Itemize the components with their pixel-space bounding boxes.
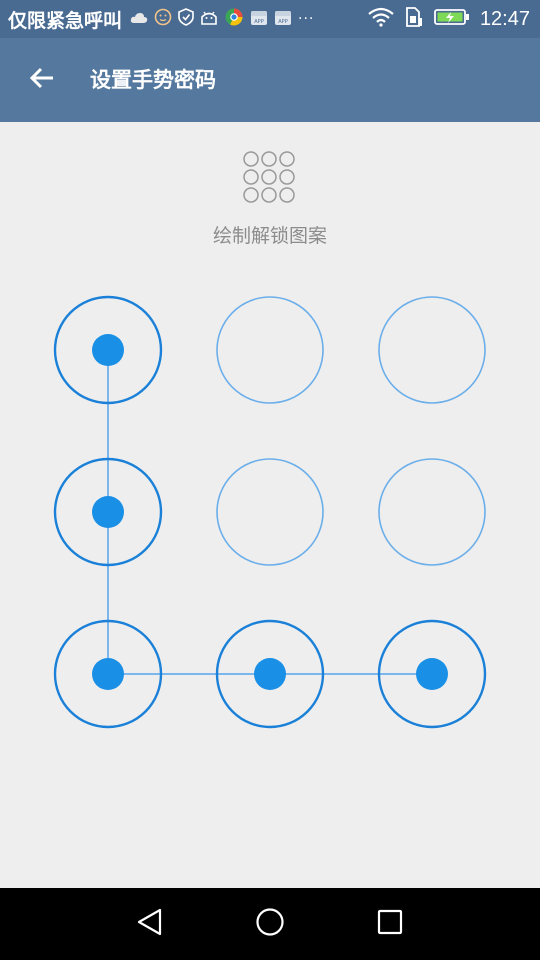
- pattern-grid-icon: [241, 150, 297, 204]
- pattern-node[interactable]: [216, 458, 324, 566]
- shield-icon: [178, 8, 194, 30]
- apk-icon-2: APP: [274, 8, 292, 30]
- page-title: 设置手势密码: [90, 68, 216, 92]
- pattern-node-ring: [378, 296, 486, 404]
- app-bar: 设置手势密码: [0, 38, 540, 122]
- back-button[interactable]: [22, 60, 62, 100]
- cloud-icon: [130, 10, 148, 29]
- apk-icon: APP: [250, 8, 268, 30]
- status-left: 仅限紧急呼叫 APP APP ···: [8, 0, 314, 38]
- pattern-node-dot: [92, 334, 124, 366]
- arrow-left-icon: [29, 66, 55, 94]
- pattern-node-dot: [254, 658, 286, 690]
- square-recents-icon: [376, 908, 404, 940]
- status-right: 12:47: [368, 0, 530, 38]
- pattern-node-dot: [92, 496, 124, 528]
- pattern-lock[interactable]: [0, 260, 540, 760]
- pattern-node-ring: [216, 296, 324, 404]
- pattern-canvas[interactable]: [0, 260, 540, 760]
- pattern-node-ring: [216, 458, 324, 566]
- home-nav-button[interactable]: [250, 904, 290, 944]
- svg-text:APP: APP: [278, 19, 287, 25]
- pattern-node-dot: [92, 658, 124, 690]
- navigation-bar: [0, 888, 540, 960]
- face-icon: [154, 8, 172, 30]
- pattern-node-dot: [416, 658, 448, 690]
- browser-icon: [224, 7, 244, 31]
- android-icon: [200, 9, 218, 29]
- pattern-node-ring: [378, 458, 486, 566]
- draw-pattern-hint: 绘制解锁图案: [212, 225, 327, 247]
- circle-home-icon: [255, 907, 285, 941]
- pattern-node[interactable]: [216, 296, 324, 404]
- battery-icon: [434, 8, 470, 30]
- clock: 12:47: [479, 7, 530, 30]
- pattern-node[interactable]: [378, 458, 486, 566]
- sim-icon: [404, 6, 424, 32]
- back-nav-button[interactable]: [130, 904, 170, 944]
- wifi-icon: [368, 7, 394, 31]
- pattern-node[interactable]: [378, 296, 486, 404]
- more-notifications-icon: ···: [298, 11, 315, 27]
- svg-text:APP: APP: [254, 19, 263, 25]
- recents-nav-button[interactable]: [370, 904, 410, 944]
- carrier-text: 仅限紧急呼叫: [8, 9, 123, 32]
- triangle-back-icon: [136, 907, 164, 941]
- status-bar: 仅限紧急呼叫 APP APP ··· 12:47: [0, 0, 540, 38]
